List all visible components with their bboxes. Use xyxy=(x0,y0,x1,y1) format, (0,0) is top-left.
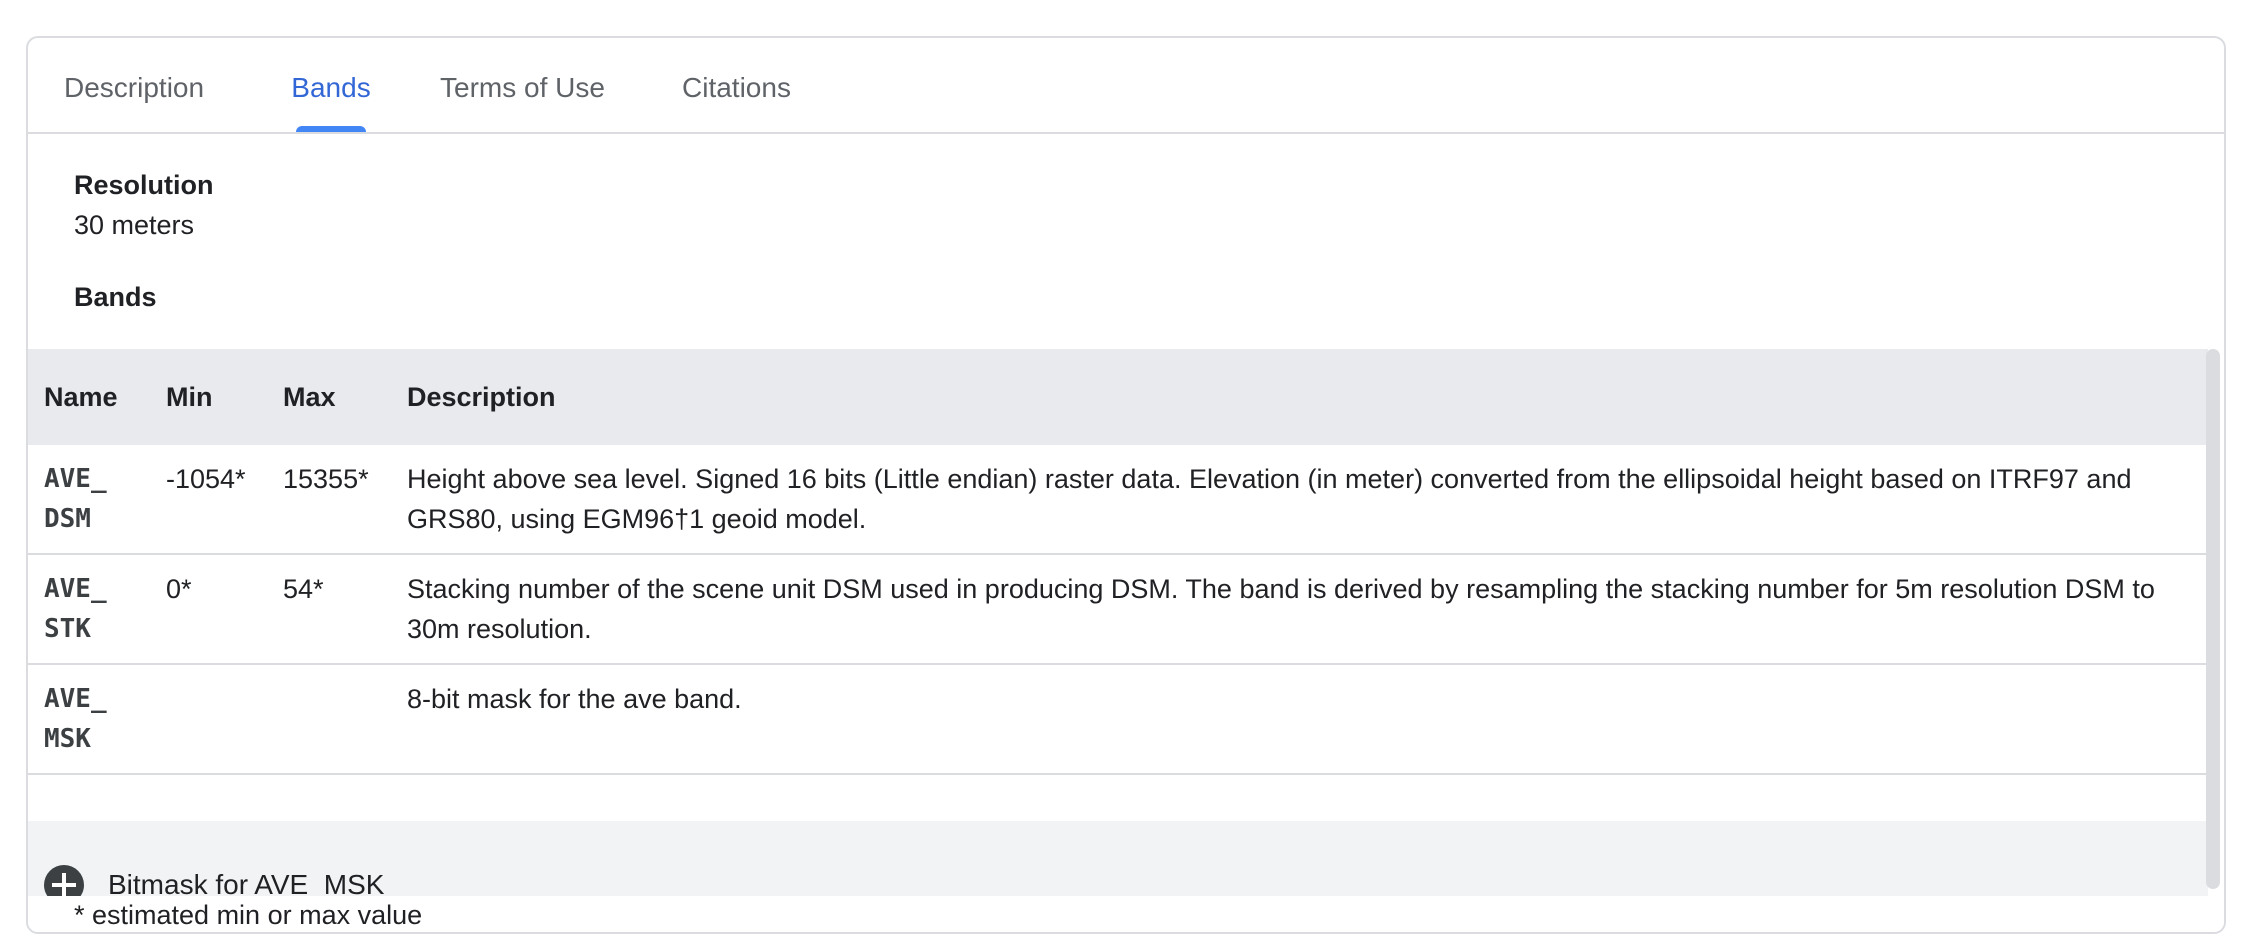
band-name-part: STK xyxy=(44,614,91,644)
tab-citations[interactable]: Citations xyxy=(682,38,791,132)
band-name-part: DSM xyxy=(44,504,91,534)
table-row: AVE_ MSK 8-bit mask for the ave band. xyxy=(28,664,2208,775)
tab-bands[interactable]: Bands xyxy=(288,38,374,132)
dataset-card: Description Bands Terms of Use Citations… xyxy=(26,36,2226,934)
band-description: Stacking number of the scene unit DSM us… xyxy=(391,554,2208,665)
tab-label: Terms of Use xyxy=(440,72,605,103)
band-max xyxy=(267,664,391,775)
table-header-row: Name Min Max Description xyxy=(28,349,2208,445)
band-name: AVE_ DSM xyxy=(28,445,150,555)
active-tab-indicator xyxy=(296,126,366,132)
bands-table: Name Min Max Description AVE_ DSM -1054* … xyxy=(28,349,2208,775)
tab-label: Citations xyxy=(682,72,791,103)
tab-label: Bands xyxy=(291,72,371,103)
tab-terms-of-use[interactable]: Terms of Use xyxy=(440,38,605,132)
band-min: -1054* xyxy=(150,445,267,555)
band-max: 15355* xyxy=(267,445,391,555)
table-row: AVE_ STK 0* 54* Stacking number of the sc… xyxy=(28,554,2208,665)
column-header-description: Description xyxy=(391,349,2208,445)
column-header-max: Max xyxy=(267,349,391,445)
band-max: 54* xyxy=(267,554,391,665)
resolution-value: 30 meters xyxy=(74,210,195,240)
band-description: Height above sea level. Signed 16 bits (… xyxy=(391,445,2208,555)
tab-bar: Description Bands Terms of Use Citations xyxy=(28,38,2224,134)
table-scrollbar[interactable] xyxy=(2206,349,2220,889)
tab-label: Description xyxy=(64,72,205,103)
bands-heading: Bands xyxy=(74,282,157,312)
band-name-part: MSK xyxy=(44,724,91,754)
band-min: 0* xyxy=(150,554,267,665)
column-header-min: Min xyxy=(150,349,267,445)
table-row: AVE_ DSM -1054* 15355* Height above sea l… xyxy=(28,445,2208,555)
tab-description[interactable]: Description xyxy=(64,38,204,132)
band-name: AVE_ STK xyxy=(28,554,150,665)
band-name-part: AVE_ xyxy=(44,464,107,494)
band-name: AVE_ MSK xyxy=(28,664,150,775)
footnote: * estimated min or max value xyxy=(74,900,431,931)
band-name-part: AVE_ xyxy=(44,574,107,604)
band-description: 8-bit mask for the ave band. xyxy=(391,664,2208,775)
band-name-part: AVE_ xyxy=(44,684,107,714)
column-header-name: Name xyxy=(28,349,150,445)
resolution-label: Resolution xyxy=(74,170,214,200)
band-min xyxy=(150,664,267,775)
